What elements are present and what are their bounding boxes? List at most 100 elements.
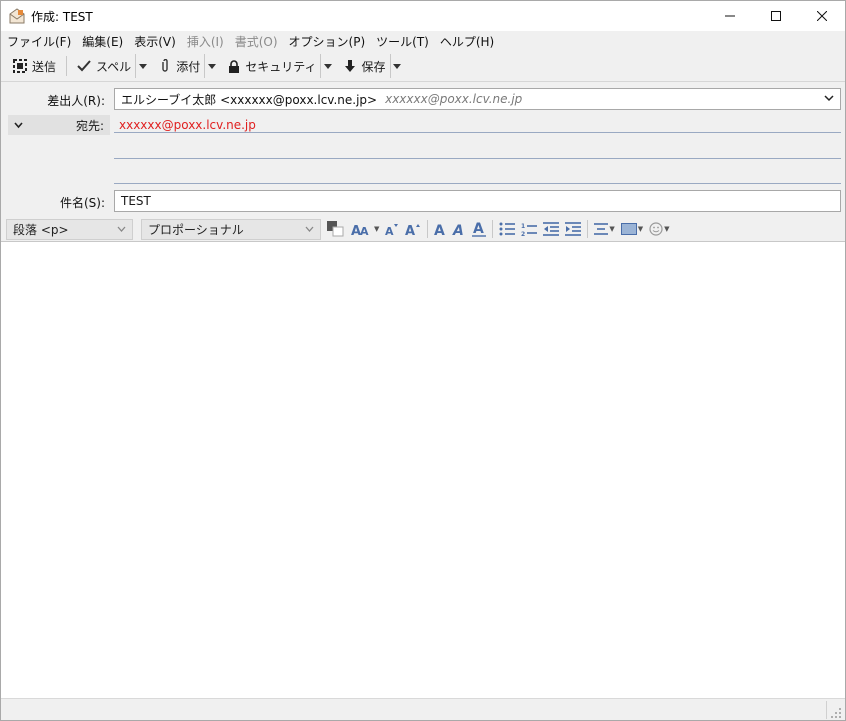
from-value: エルシーブイ太郎 <xxxxxx@poxx.lcv.ne.jp> — [121, 92, 378, 107]
format-toolbar: 段落 <p> プロポーショナル AA ▼ A A A A A 1 2 ▼ ▼ ▼ — [1, 216, 845, 242]
italic-icon: A — [452, 223, 464, 236]
subject-value: TEST — [121, 194, 151, 208]
dropdown-arrow-icon: ▼ — [664, 225, 670, 233]
bullet-list-icon — [499, 222, 516, 236]
toolbar-separator — [66, 56, 68, 76]
chevron-down-icon — [824, 95, 834, 102]
svg-text:A: A — [405, 224, 415, 236]
send-button[interactable]: 送信 — [9, 54, 60, 78]
bold-icon: A — [434, 223, 445, 236]
save-label: 保存 — [361, 59, 386, 74]
maximize-icon — [771, 11, 781, 21]
svg-text:A: A — [434, 223, 445, 236]
insert-image-button[interactable]: ▼ — [620, 223, 644, 235]
status-bar — [1, 698, 845, 720]
dropdown-arrow-icon: ▼ — [637, 225, 644, 233]
italic-button[interactable]: A — [452, 222, 466, 236]
text-color-button[interactable] — [327, 221, 345, 237]
recipient-line[interactable] — [114, 132, 841, 133]
indent-icon — [565, 222, 582, 236]
send-label: 送信 — [32, 59, 57, 74]
chevron-down-icon — [117, 226, 126, 232]
svg-text:A: A — [473, 221, 484, 237]
menu-format[interactable]: 書式(O) — [235, 33, 278, 50]
recipient-line[interactable] — [114, 183, 841, 184]
dropdown-arrow-icon: ▼ — [374, 225, 380, 233]
spell-button[interactable]: スペル — [73, 54, 135, 78]
outdent-button[interactable] — [543, 222, 560, 236]
paragraph-select[interactable]: 段落 <p> — [6, 218, 133, 240]
title-bar: 作成: TEST — [1, 1, 845, 31]
paperclip-icon — [162, 59, 168, 72]
color-swatch-icon — [327, 221, 344, 237]
subject-label: 件名(S): — [59, 196, 105, 210]
send-icon — [13, 59, 27, 73]
save-dropdown[interactable] — [389, 54, 404, 78]
checkmark-icon — [77, 60, 91, 72]
dropdown-arrow-icon: ▼ — [609, 225, 615, 233]
security-label: セキュリティ — [245, 59, 317, 74]
increase-font-button[interactable]: A — [405, 222, 421, 236]
window-title: 作成: TEST — [31, 9, 93, 24]
minimize-button[interactable] — [707, 1, 753, 31]
underline-button[interactable]: A — [472, 221, 487, 237]
format-separator — [427, 220, 429, 238]
menu-tools[interactable]: ツール(T) — [376, 33, 429, 50]
align-button[interactable]: ▼ — [594, 222, 615, 236]
numbered-list-icon: 12 — [521, 223, 538, 236]
from-select[interactable]: エルシーブイ太郎 <xxxxxx@poxx.lcv.ne.jp> xxxxxx@… — [114, 88, 841, 110]
increase-font-icon: A — [405, 224, 421, 236]
compose-toolbar: 送信 スペル 添付 セキュリティ 保存 — [1, 52, 845, 80]
format-separator — [587, 220, 589, 238]
save-button[interactable]: 保存 — [340, 54, 389, 78]
lock-icon — [229, 59, 240, 73]
indent-button[interactable] — [565, 222, 582, 236]
attach-label: 添付 — [176, 59, 201, 74]
resize-grip-icon[interactable] — [830, 707, 842, 719]
maximize-button[interactable] — [753, 1, 799, 31]
chevron-down-icon — [14, 121, 23, 128]
bullet-list-button[interactable] — [499, 222, 516, 236]
numbered-list-button[interactable]: 12 — [521, 222, 538, 236]
font-size-button[interactable]: AA ▼ — [351, 222, 379, 236]
menu-help[interactable]: ヘルプ(H) — [440, 33, 494, 50]
menu-edit[interactable]: 編集(E) — [82, 33, 123, 50]
spell-dropdown[interactable] — [135, 54, 149, 78]
svg-text:2: 2 — [521, 231, 525, 236]
menu-file[interactable]: ファイル(F) — [7, 33, 71, 50]
close-icon — [817, 11, 827, 21]
compose-window: 作成: TEST ファイル(F) 編集(E) 表示(V) 挿入(I) 書式(O)… — [0, 0, 846, 721]
menu-options[interactable]: オプション(P) — [289, 33, 366, 50]
attach-dropdown[interactable] — [204, 54, 218, 78]
to-type-toggle[interactable]: 宛先: — [8, 115, 110, 135]
minimize-icon — [725, 15, 735, 17]
menu-insert[interactable]: 挿入(I) — [187, 33, 224, 50]
svg-text:A: A — [385, 225, 394, 236]
security-dropdown[interactable] — [320, 54, 334, 78]
address-header: 差出人(R): エルシーブイ太郎 <xxxxxx@poxx.lcv.ne.jp>… — [1, 81, 845, 241]
decrease-font-button[interactable]: A — [385, 222, 399, 236]
to-label: 宛先: — [75, 118, 104, 133]
menu-bar: ファイル(F) 編集(E) 表示(V) 挿入(I) 書式(O) オプション(P)… — [1, 31, 845, 51]
security-button[interactable]: セキュリティ — [224, 54, 320, 78]
chevron-down-icon — [305, 226, 314, 232]
align-center-icon — [594, 223, 609, 235]
font-value: プロポーショナル — [148, 222, 244, 237]
message-body-editor[interactable] — [1, 241, 845, 698]
svg-text:1: 1 — [521, 223, 525, 230]
from-label: 差出人(R): — [47, 94, 105, 108]
to-address[interactable]: xxxxxx@poxx.lcv.ne.jp — [119, 118, 256, 132]
attach-button[interactable]: 添付 — [155, 54, 204, 78]
emoji-button[interactable]: ▼ — [649, 222, 670, 236]
subject-input[interactable]: TEST — [114, 190, 841, 212]
download-arrow-icon — [345, 59, 356, 72]
close-button[interactable] — [799, 1, 845, 31]
font-select[interactable]: プロポーショナル — [141, 218, 321, 240]
format-separator — [492, 220, 494, 238]
recipient-line[interactable] — [114, 158, 841, 159]
decrease-font-icon: A — [385, 224, 399, 236]
bold-button[interactable]: A — [434, 222, 446, 236]
menu-view[interactable]: 表示(V) — [134, 33, 176, 50]
from-hint: xxxxxx@poxx.lcv.ne.jp — [385, 92, 523, 106]
image-icon — [620, 223, 637, 235]
